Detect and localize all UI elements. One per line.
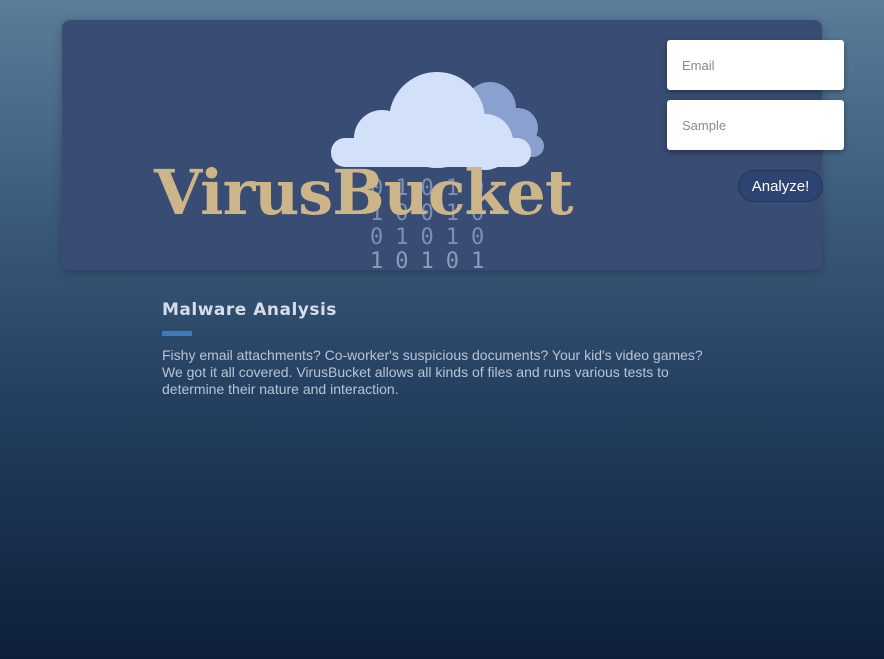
analyze-button[interactable]: Analyze! [738, 170, 823, 202]
binary-row: 10101 [370, 249, 497, 271]
email-field[interactable] [667, 40, 844, 90]
brand-logo-text: VirusBucket [154, 156, 573, 229]
binary-row: 01010 [370, 225, 497, 250]
section-title: Malware Analysis [162, 300, 337, 320]
title-underline [162, 331, 192, 336]
sample-field[interactable] [667, 100, 844, 150]
section-description: Fishy email attachments? Co-worker's sus… [162, 347, 703, 397]
